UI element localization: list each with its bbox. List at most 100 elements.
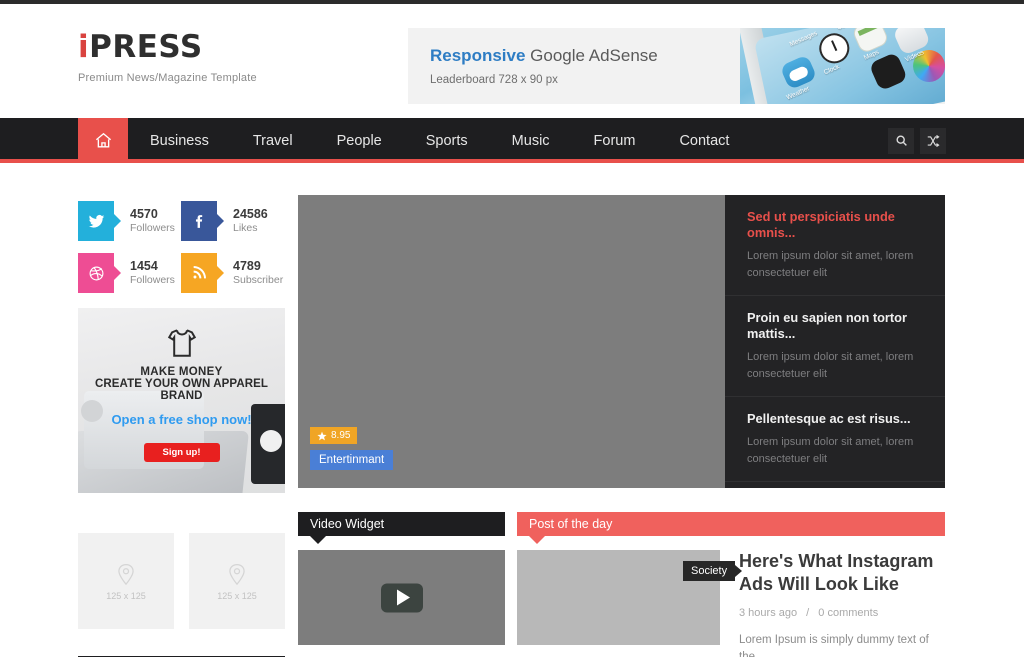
- slide-list-item-2-desc: Lorem ipsum dolor sit amet, lorem consec…: [747, 351, 914, 381]
- post-of-the-day-title: Post of the day: [529, 517, 613, 531]
- star-icon: [317, 431, 327, 440]
- social-counter-facebook[interactable]: 24586 Likes: [181, 195, 285, 247]
- apparel-ad-line2: CREATE YOUR OWN APPAREL BRAND: [94, 378, 269, 402]
- phone-body: Messages Contacts Videos Clock Maps Weat…: [753, 28, 945, 104]
- post-meta: 3 hours ago / 0 comments: [739, 607, 945, 619]
- nav-item-contact[interactable]: Contact: [657, 118, 751, 163]
- featured-slider: 8.95 Entertinmant Sed ut perspiciatis un…: [298, 195, 945, 488]
- random-post-button[interactable]: [920, 127, 946, 154]
- twitter-label: Followers: [130, 222, 175, 235]
- slide-list-item-1[interactable]: Sed ut perspiciatis unde omnis... Lorem …: [725, 195, 945, 297]
- content-area: 4570 Followers 24586 Likes 1454 Follower…: [0, 167, 1024, 657]
- post-time: 3 hours ago: [739, 607, 798, 620]
- featured-slide-image[interactable]: 8.95 Entertinmant: [298, 195, 725, 488]
- placeholder-ad-1-label: 125 x 125: [106, 591, 146, 601]
- facebook-f-glyph: [195, 214, 202, 228]
- video-widget-thumbnail[interactable]: [298, 550, 505, 645]
- slide-list-item-1-title: Sed ut perspiciatis unde omnis...: [747, 209, 895, 240]
- video-play-button[interactable]: [380, 583, 423, 612]
- search-button[interactable]: [888, 127, 914, 154]
- leaderboard-ad-title-bold: Responsive: [430, 46, 526, 65]
- nav-item-music[interactable]: Music: [490, 118, 572, 163]
- post-excerpt: Lorem Ipsum is simply dummy text of the: [739, 634, 929, 657]
- post-headline[interactable]: Here's What Instagram Ads Will Look Like: [739, 550, 945, 596]
- twitter-count: 4570: [130, 206, 158, 221]
- page-root: iPRESS Premium News/Magazine Template Re…: [0, 0, 1024, 657]
- slide-list-item-3[interactable]: Pellentesque ac est risus... Lorem ipsum…: [725, 397, 945, 483]
- featured-slide-list: Sed ut perspiciatis unde omnis... Lorem …: [725, 195, 945, 488]
- site-logo[interactable]: iPRESS Premium News/Magazine Template: [78, 32, 378, 85]
- nav-home-button[interactable]: [78, 118, 128, 163]
- nav-item-forum[interactable]: Forum: [572, 118, 658, 163]
- facebook-counter-text: 24586 Likes: [233, 207, 268, 236]
- placeholder-ad-2-label: 125 x 125: [217, 591, 257, 601]
- post-of-the-day-header: Post of the day: [517, 512, 945, 544]
- featured-category-tag[interactable]: Entertinmant: [310, 450, 394, 470]
- post-of-the-day-details: Society Here's What Instagram Ads Will L…: [683, 550, 945, 657]
- map-pin-icon: [229, 563, 245, 586]
- shuffle-icon: [927, 134, 940, 147]
- placeholder-ad-2[interactable]: 125 x 125: [189, 533, 285, 629]
- twitter-icon: [78, 201, 121, 241]
- featured-rating-value: 8.95: [331, 430, 351, 441]
- nav-actions: [888, 118, 946, 163]
- social-counter-twitter[interactable]: 4570 Followers: [78, 195, 181, 247]
- placeholder-ad-1[interactable]: 125 x 125: [78, 533, 174, 629]
- nav-item-people[interactable]: People: [315, 118, 404, 163]
- slide-list-item-4[interactable]: Sed ut perspiciatis unde omnis Lorem ips…: [725, 482, 945, 488]
- dribbble-counter-text: 1454 Followers: [130, 259, 175, 288]
- placeholder-ads-row: 125 x 125 125 x 125: [78, 533, 285, 629]
- rss-icon: [181, 253, 224, 293]
- nav-item-business[interactable]: Business: [128, 118, 231, 163]
- left-sidebar: 4570 Followers 24586 Likes 1454 Follower…: [78, 195, 285, 657]
- apparel-ad-content: MAKE MONEY CREATE YOUR OWN APPAREL BRAND…: [78, 308, 285, 493]
- logo-press: PRESS: [89, 29, 203, 65]
- slide-list-item-2[interactable]: Proin eu sapien non tortor mattis... Lor…: [725, 296, 945, 398]
- video-widget-title: Video Widget: [310, 517, 385, 531]
- apparel-ad[interactable]: MAKE MONEY CREATE YOUR OWN APPAREL BRAND…: [78, 308, 285, 493]
- slide-list-item-3-title: Pellentesque ac est risus...: [747, 411, 911, 427]
- logo-i: i: [78, 29, 90, 65]
- home-icon: [95, 132, 111, 148]
- apparel-ad-link[interactable]: Open a free shop now!: [78, 412, 285, 427]
- facebook-label: Likes: [233, 222, 258, 235]
- search-icon: [895, 135, 907, 146]
- social-counter-dribbble[interactable]: 1454 Followers: [78, 247, 181, 299]
- map-pin-icon: [118, 563, 134, 586]
- post-of-the-day-body: Society Here's What Instagram Ads Will L…: [517, 550, 945, 657]
- social-counter-grid: 4570 Followers 24586 Likes 1454 Follower…: [78, 195, 285, 299]
- slide-list-item-3-desc: Lorem ipsum dolor sit amet, lorem consec…: [747, 436, 914, 466]
- nav-item-sports[interactable]: Sports: [404, 118, 490, 163]
- facebook-icon: [181, 201, 224, 241]
- dribbble-label: Followers: [130, 274, 175, 287]
- clock-app-icon: [814, 28, 855, 69]
- video-widget-header: Video Widget: [298, 512, 505, 544]
- post-category-tag[interactable]: Society: [683, 561, 743, 581]
- nav-item-travel[interactable]: Travel: [231, 118, 315, 163]
- logo-text: iPRESS: [78, 32, 378, 63]
- site-tagline: Premium News/Magazine Template: [78, 72, 257, 84]
- main-navigation: Business Travel People Sports Music Foru…: [0, 118, 1024, 163]
- nav-item-list: Business Travel People Sports Music Foru…: [128, 118, 751, 163]
- post-meta-separator: /: [806, 607, 810, 620]
- rss-count: 4789: [233, 258, 261, 273]
- facebook-count: 24586: [233, 206, 268, 221]
- dribbble-count: 1454: [130, 258, 158, 273]
- rss-label: Subscriber: [233, 274, 284, 287]
- post-of-the-day-widget: Post of the day Society Here's What Inst…: [517, 512, 945, 657]
- slide-list-item-2-title: Proin eu sapien non tortor mattis...: [747, 310, 907, 342]
- social-counter-rss[interactable]: 4789 Subscriber: [181, 247, 285, 299]
- site-header: iPRESS Premium News/Magazine Template Re…: [0, 4, 1024, 118]
- weather-app-icon: [779, 54, 818, 91]
- phone-label-messages: Messages: [788, 29, 819, 49]
- apparel-ad-signup-button[interactable]: Sign up!: [143, 443, 220, 462]
- post-comments[interactable]: 0 comments: [818, 607, 878, 619]
- phone-label-weather: Weather: [785, 85, 811, 102]
- leaderboard-ad-title-rest: Google AdSense: [525, 46, 658, 65]
- apparel-ad-line1: MAKE MONEY: [140, 366, 223, 378]
- leaderboard-ad[interactable]: Responsive Google AdSense Leaderboard 72…: [408, 28, 945, 104]
- play-icon: [396, 589, 410, 606]
- rss-waves-glyph: [193, 266, 206, 279]
- slide-list-item-1-desc: Lorem ipsum dolor sit amet, lorem consec…: [747, 249, 914, 280]
- leaderboard-ad-text: Responsive Google AdSense Leaderboard 72…: [430, 46, 658, 86]
